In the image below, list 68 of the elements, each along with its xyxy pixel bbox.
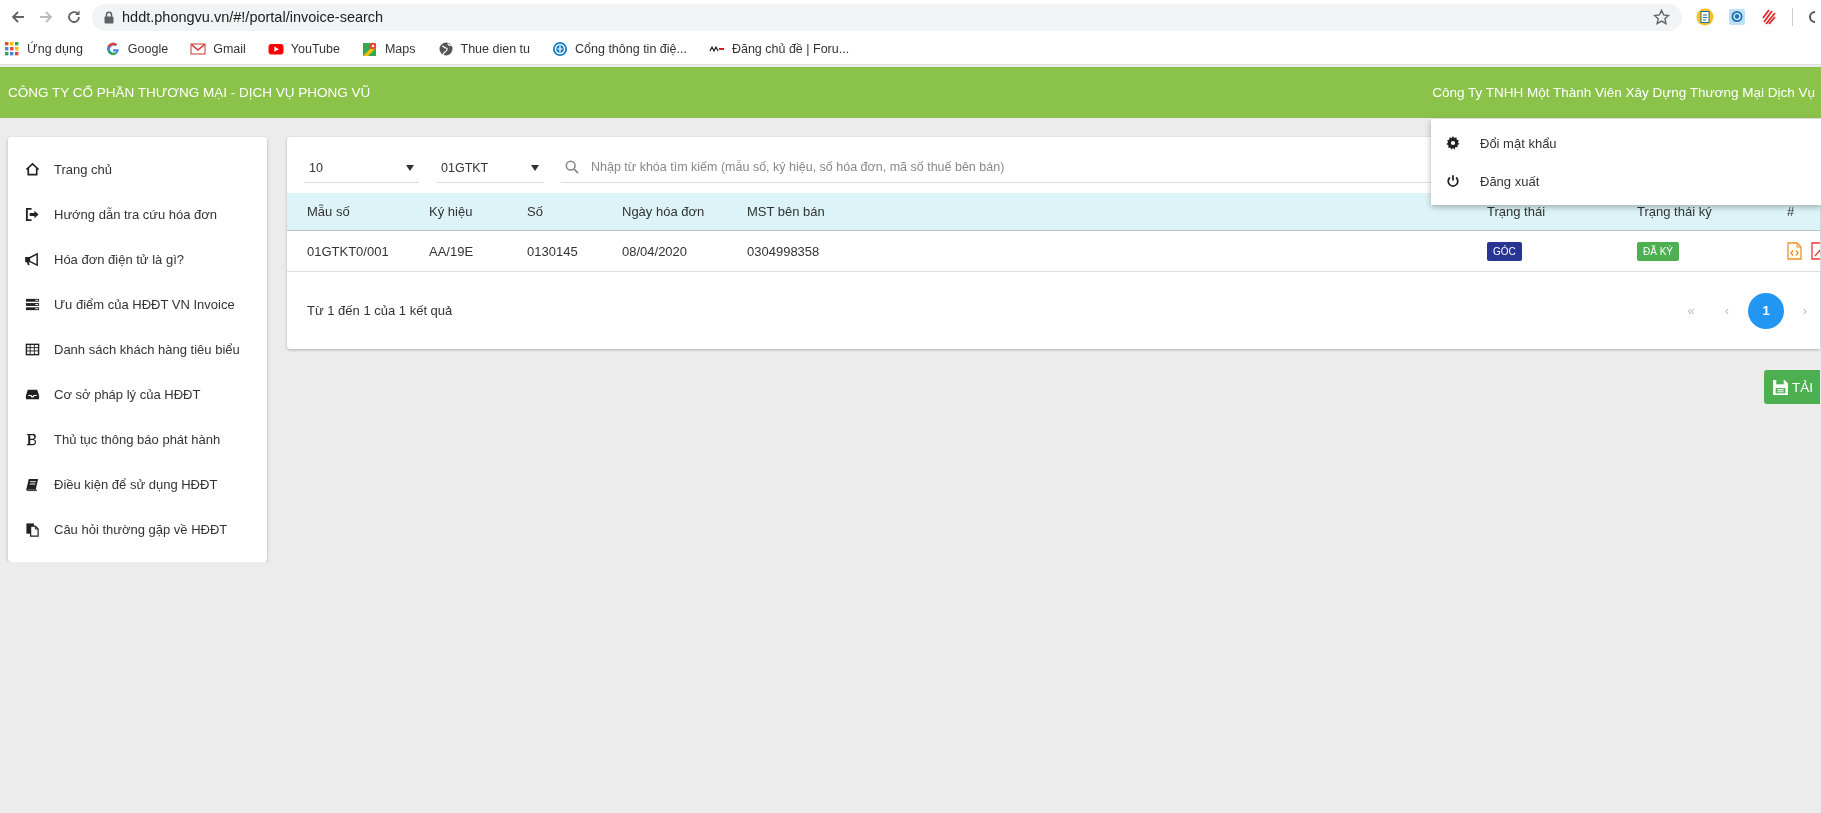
sidebar-item[interactable]: Danh sách khách hàng tiêu biểu [8,327,267,372]
table-cell-text: 08/04/2020 [622,243,689,259]
sidebar-item[interactable]: Ưu điểm của HĐĐT VN Invoice [8,282,267,327]
power-icon [1446,174,1460,188]
globe-icon [437,41,454,57]
column-header[interactable]: Mẫu số [307,204,429,219]
profile-icon[interactable] [1807,9,1815,25]
address-bar[interactable]: hddt.phongvu.vn/#!/portal/invoice-search [92,3,1682,31]
sidebar-item[interactable]: Hướng dẫn tra cứu hóa đơn [8,192,267,237]
sidebar-item[interactable]: Điều kiện để sử dụng HĐĐT [8,462,267,507]
column-header[interactable]: # [1787,204,1820,219]
forward-icon [38,9,54,25]
documents-icon [25,522,40,537]
table-icon [25,342,40,357]
notepad-icon[interactable] [1696,8,1714,26]
book-icon [25,477,40,492]
sidebar-item[interactable]: Câu hỏi thường gặp về HĐĐT [8,507,267,552]
bookmark-link[interactable]: Đăng chủ đề | Foru... [706,38,852,60]
back-icon [10,9,26,25]
bookmark-link[interactable]: YouTube [265,38,342,60]
map-pin-icon [361,41,378,57]
badge-icon[interactable] [1728,8,1746,26]
lock-icon [104,10,114,24]
column-header[interactable]: Ngày hóa đơn [622,204,747,219]
settings-icon [1446,136,1460,150]
bookmark-link[interactable]: Ứng dụng [2,38,85,60]
status-badge: GÓC [1487,241,1522,261]
stacked-bars-icon [25,297,40,312]
bookmark-link[interactable]: Cổng thông tin điệ... [550,38,689,60]
url-text: hddt.phongvu.vn/#!/portal/invoice-search [122,9,385,25]
page-size-select[interactable]: 10 [304,153,419,183]
bookmark-link[interactable]: Gmail [188,38,248,60]
google-logo-icon [104,41,121,57]
caret-icon [531,164,539,171]
table-cell-text: 0130145 [527,243,579,259]
company-name: CÔNG TY CỔ PHẦN THƯƠNG MẠI - DỊCH VỤ PHONG VŨ [8,85,371,100]
apps-grid-icon [4,41,20,57]
column-header[interactable]: Số [527,204,622,219]
table-cell-text: 0304998358 [747,243,821,259]
arrow-box-icon [25,207,40,222]
search-icon [565,160,579,174]
sidebar-item[interactable]: Hóa đơn điện tử là gì? [8,237,267,282]
stripes-icon[interactable] [1760,8,1778,26]
table-cell-text: AA/19E [429,243,475,259]
bookmark-link[interactable]: Google [102,38,171,60]
bookmark-link[interactable]: Thue dien tu [435,38,533,60]
column-header[interactable]: Ký hiệu [429,204,527,219]
sidebar-item[interactable]: Thủ tục thông báo phát hành [8,417,267,462]
column-header[interactable]: Trạng thái ký [1637,204,1787,219]
mail-icon [190,41,207,57]
column-header[interactable]: Trạng thái [1487,204,1637,219]
bookmark-link[interactable]: Maps [359,38,418,60]
table-cell-text: 01GTKT0/001 [307,243,390,259]
sidebar-item[interactable]: Cơ sở pháp lý của HĐĐT [8,372,267,417]
signed-badge: ĐÃ KÝ [1637,241,1679,261]
caret-icon [406,164,414,171]
template-select[interactable]: 01GTKT [436,153,544,183]
megaphone-icon [25,252,40,267]
play-icon [267,41,284,57]
reload-icon [66,9,82,25]
sidebar-item[interactable]: Trang chủ [8,147,267,192]
column-header[interactable]: MST bên bán [747,204,1487,219]
tray-icon [25,387,40,402]
menu-item[interactable]: Đổi mật khẩu [1431,124,1821,162]
star-icon[interactable] [1653,8,1670,26]
home-icon [25,162,40,177]
circle-logo-icon [552,41,569,57]
result-summary: Từ 1 đến 1 của 1 kết quả [307,303,453,318]
